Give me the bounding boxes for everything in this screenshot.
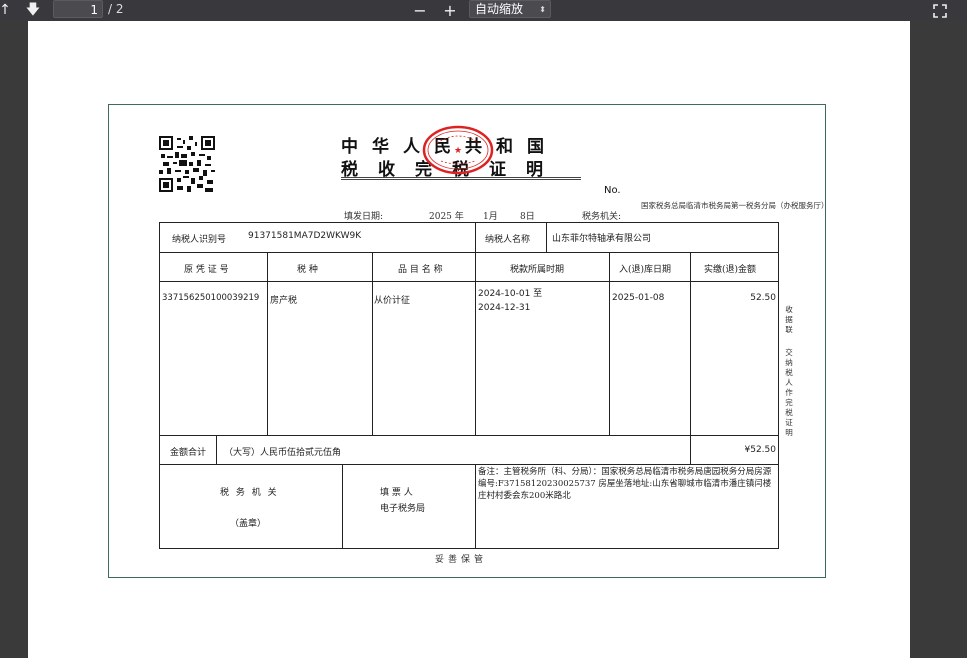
zoom-in-button[interactable]: +: [442, 0, 458, 21]
document-page: 中华人民共和国 税收完税证明 ★ No. 填发日期: 2025 年 1月 8日 …: [28, 21, 910, 658]
tax-authority-label: 税务机关:: [582, 212, 622, 222]
page-number-input[interactable]: 1: [53, 0, 103, 18]
row-divider: [160, 435, 778, 436]
chevron-updown-icon: ⬍: [539, 5, 546, 14]
col-divider: [342, 464, 343, 548]
qr-code: [159, 136, 215, 192]
viewer-toolbar: ↑ 🡇 1 / 2 − + 自动缩放 ⬍: [0, 0, 967, 21]
total-label: 金额合计: [170, 448, 207, 458]
col-divider: [546, 223, 547, 252]
row-divider: [160, 464, 778, 465]
seal-label: （盖章）: [230, 519, 267, 529]
tax-authority-value: 国家税务总局临清市税务局第一税务分局（办税服务厅）: [641, 201, 829, 210]
tax-type: 房产税: [270, 296, 298, 306]
zoom-select-value: 自动缩放: [475, 2, 524, 16]
keep-safely-note: 妥善保管: [435, 555, 488, 565]
column-header: 税 种: [297, 265, 318, 275]
column-header: 实缴(退)金额: [704, 265, 757, 275]
official-seal: ★: [422, 125, 494, 175]
col-divider: [690, 435, 691, 464]
amount: 52.50: [750, 293, 776, 303]
remarks: 备注：主管税务所（科、分局）：国家税务总局临清市税务局唐园税务分局房源编号:F3…: [478, 467, 772, 501]
col-divider: [475, 223, 476, 252]
page-total: / 2: [108, 2, 124, 16]
col-divider: [475, 252, 476, 435]
column-header: 品 目 名 称: [398, 265, 443, 275]
tax-office-label: 税 务 机 关: [220, 488, 279, 498]
col-divider: [690, 252, 691, 435]
col-divider: [267, 252, 268, 435]
total-amount: ¥52.50: [744, 445, 777, 455]
receipt-copy-note: 收据联: [785, 305, 793, 334]
taxpayer-id-value: 91371581MA7D2WKW9K: [248, 231, 362, 241]
col-divider: [372, 252, 373, 435]
zoom-select[interactable]: 自动缩放 ⬍: [469, 0, 551, 18]
issue-day: 8日: [520, 212, 535, 222]
svg-text:★: ★: [454, 146, 462, 156]
title-underline: [341, 177, 581, 180]
filler-label: 填 票 人: [380, 488, 413, 498]
column-header: 入(退)库日期: [619, 265, 672, 275]
tax-table: 纳税人识别号 91371581MA7D2WKW9K 纳税人名称 山东菲尔特轴承有…: [159, 222, 779, 549]
taxpayer-proof-note: 交纳税人作完税证明: [785, 348, 793, 437]
serial-number-label: No.: [604, 185, 621, 196]
total-in-words: （大写）人民币伍拾贰元伍角: [224, 448, 342, 458]
taxpayer-name-value: 山东菲尔特轴承有限公司: [552, 234, 652, 244]
issue-month: 1月: [483, 212, 498, 222]
zoom-out-button[interactable]: −: [412, 0, 428, 21]
voucher-number: 337156250100039219: [162, 293, 260, 303]
column-header: 原 凭 证 号: [184, 265, 229, 275]
period-start: 2024-10-01 至: [478, 289, 543, 299]
fullscreen-icon[interactable]: [930, 0, 950, 21]
col-divider: [609, 252, 610, 435]
issue-year: 2025 年: [429, 212, 464, 222]
issue-date-label: 填发日期:: [344, 212, 384, 222]
filler-value: 电子税务局: [380, 504, 426, 514]
row-divider: [160, 281, 778, 282]
taxpayer-name-label: 纳税人名称: [485, 235, 531, 245]
col-divider: [216, 435, 217, 464]
period-end: 2024-12-31: [478, 303, 531, 313]
storage-date: 2025-01-08: [612, 293, 665, 303]
item-name: 从价计征: [374, 296, 411, 306]
col-divider: [475, 464, 476, 548]
tax-certificate: 中华人民共和国 税收完税证明 ★ No. 填发日期: 2025 年 1月 8日 …: [108, 104, 829, 578]
arrow-down-icon[interactable]: 🡇: [24, 0, 42, 21]
row-divider: [160, 252, 778, 253]
arrow-up-icon[interactable]: ↑: [0, 0, 12, 21]
taxpayer-id-label: 纳税人识别号: [172, 235, 227, 245]
column-header: 税款所属时期: [510, 265, 565, 275]
